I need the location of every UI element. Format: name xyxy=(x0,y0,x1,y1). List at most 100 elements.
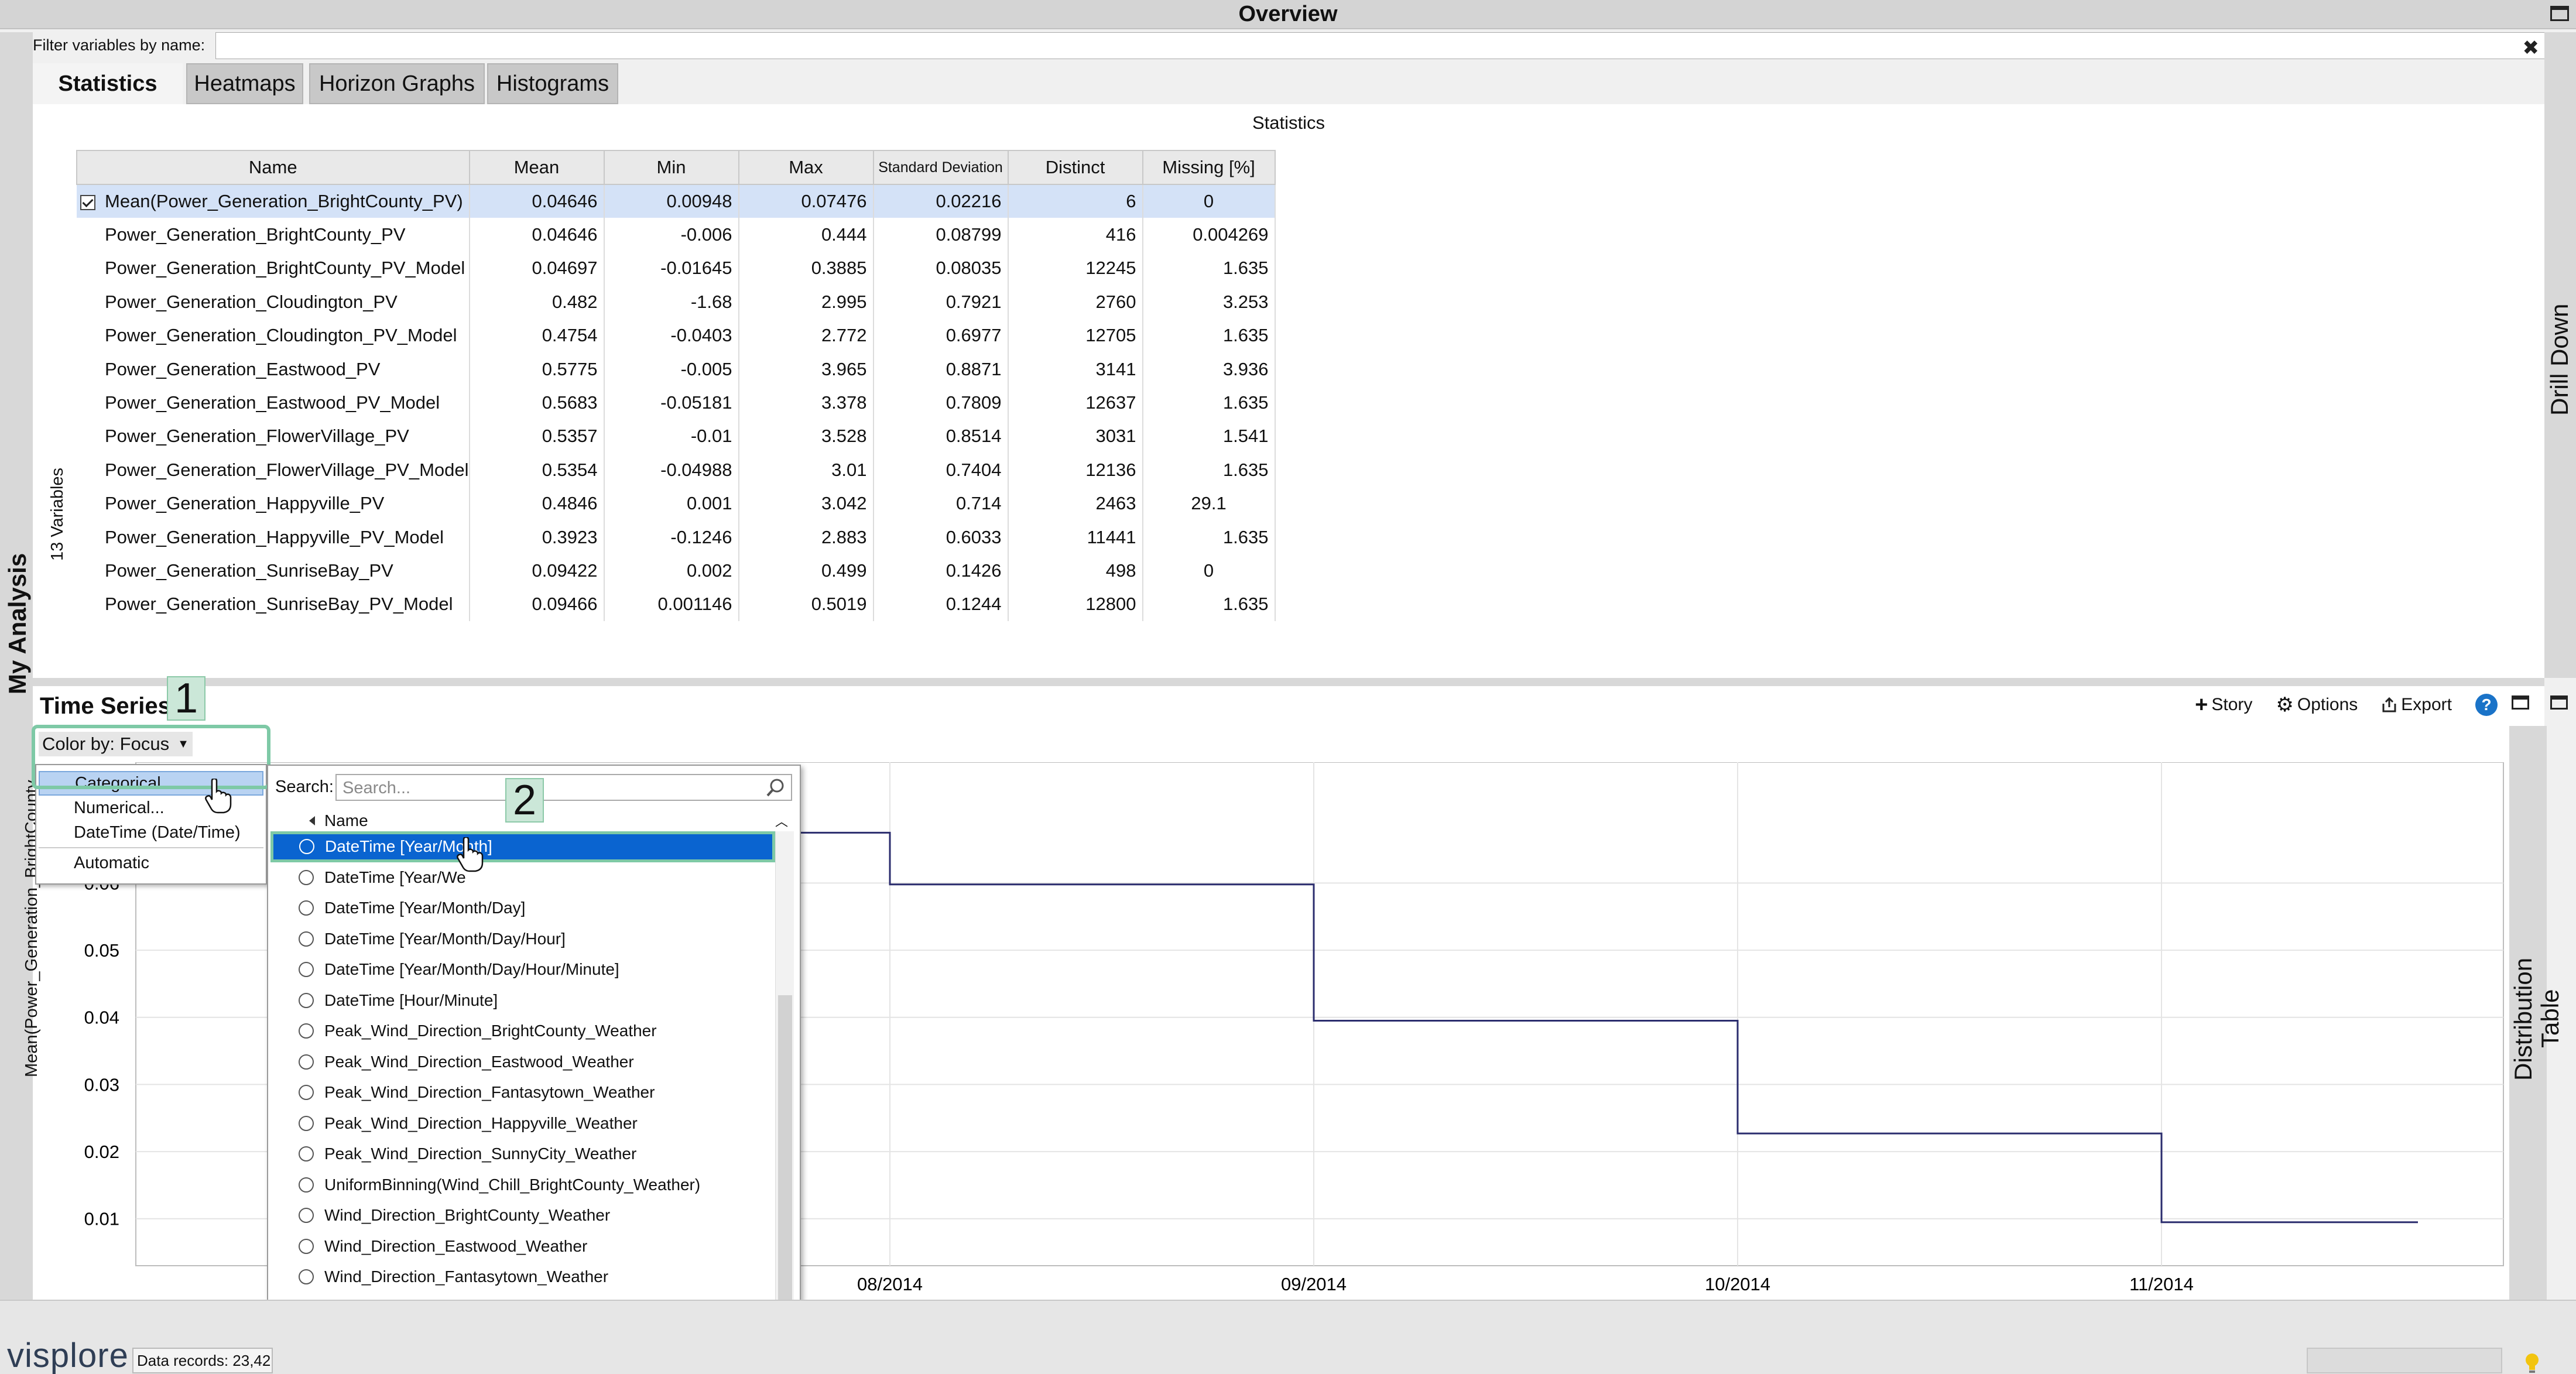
maximize-icon[interactable] xyxy=(2550,695,2568,710)
row-checkbox-cell[interactable] xyxy=(77,420,99,453)
radio-button[interactable] xyxy=(299,900,314,916)
table-row[interactable]: Power_Generation_Eastwood_PV 0.5775 -0.005… xyxy=(77,352,1276,386)
list-item-label: Peak_Wind_Direction_Eastwood_Weather xyxy=(324,1052,634,1071)
my-analysis-label[interactable]: My Analysis xyxy=(4,553,32,694)
cell-mean: 0.04646 xyxy=(469,218,605,252)
row-checkbox-cell[interactable] xyxy=(77,184,99,218)
table-row[interactable]: Power_Generation_SunriseBay_PV_Model 0.09… xyxy=(77,587,1276,622)
list-item[interactable]: Peak_Wind_Direction_Fantasytown_Weather xyxy=(273,1077,774,1108)
row-checkbox-cell[interactable] xyxy=(77,352,99,386)
menu-item-datetime[interactable]: DateTime (Date/Time) xyxy=(39,820,263,845)
col-name[interactable]: Name xyxy=(76,150,470,185)
name-column-header[interactable]: Name xyxy=(324,811,368,830)
row-checkbox-cell[interactable] xyxy=(77,386,99,419)
col-distinct[interactable]: Distinct xyxy=(1007,150,1143,185)
radio-button[interactable] xyxy=(299,931,314,947)
row-checkbox-cell[interactable] xyxy=(77,252,99,285)
radio-button[interactable] xyxy=(299,1238,314,1254)
close-icon[interactable]: ✖ xyxy=(2523,36,2540,60)
table-row[interactable]: Power_Generation_SunriseBay_PV 0.09422 0.0… xyxy=(77,554,1276,588)
row-checkbox-cell[interactable] xyxy=(77,285,99,318)
row-checkbox-cell[interactable] xyxy=(77,319,99,352)
col-std[interactable]: Standard Deviation xyxy=(872,150,1009,185)
sort-left-icon[interactable] xyxy=(308,815,316,827)
list-item[interactable]: DateTime [Hour/Minute] xyxy=(273,985,774,1016)
search-input[interactable]: Search... xyxy=(335,774,792,801)
col-min[interactable]: Min xyxy=(603,150,739,185)
tab-statistics[interactable]: Statistics xyxy=(33,63,183,104)
scrollbar-thumb[interactable] xyxy=(778,995,792,1323)
panel-divider[interactable] xyxy=(33,678,2544,686)
row-checkbox-cell[interactable] xyxy=(77,487,99,520)
table-row[interactable]: Power_Generation_Happyville_PV 0.4846 0.00… xyxy=(77,486,1276,520)
radio-button[interactable] xyxy=(299,992,314,1008)
menu-item-automatic[interactable]: Automatic xyxy=(39,851,263,875)
list-item[interactable]: DateTime [Year/Month/Day/Hour] xyxy=(273,924,774,955)
drill-down-label[interactable]: Drill Down xyxy=(2546,304,2574,416)
table-row[interactable]: Mean(Power_Generation_BrightCounty_PV) 0.… xyxy=(77,184,1276,218)
radio-button[interactable] xyxy=(299,839,314,855)
maximize-icon[interactable] xyxy=(2550,6,2569,21)
radio-button[interactable] xyxy=(299,1023,314,1039)
table-label[interactable]: Table xyxy=(2536,989,2564,1048)
tab-heatmaps[interactable]: Heatmaps xyxy=(186,63,303,104)
maximize-icon[interactable] xyxy=(2512,695,2529,710)
radio-button[interactable] xyxy=(299,1146,314,1162)
cell-mean: 0.09422 xyxy=(469,554,605,588)
radio-button[interactable] xyxy=(299,869,314,885)
col-missing[interactable]: Missing [%] xyxy=(1142,150,1276,185)
list-item[interactable]: DateTime [Year/Month] xyxy=(270,831,775,862)
export-button[interactable]: Export xyxy=(2381,695,2452,715)
list-item[interactable]: Peak_Wind_Direction_BrightCounty_Weather xyxy=(273,1016,774,1047)
story-button[interactable]: + Story xyxy=(2195,693,2252,718)
radio-button[interactable] xyxy=(299,962,314,978)
col-max[interactable]: Max xyxy=(738,150,874,185)
table-row[interactable]: Power_Generation_Eastwood_PV_Model 0.5683… xyxy=(77,386,1276,420)
row-checkbox-cell[interactable] xyxy=(77,588,99,621)
radio-button[interactable] xyxy=(299,1208,314,1224)
col-mean[interactable]: Mean xyxy=(468,150,605,185)
table-row[interactable]: Power_Generation_BrightCounty_PV_Model 0.… xyxy=(77,251,1276,286)
radio-button[interactable] xyxy=(299,1177,314,1193)
list-item[interactable]: Wind_Direction_Fantasytown_Weather xyxy=(273,1262,774,1293)
list-item[interactable]: Wind_Direction_Eastwood_Weather xyxy=(273,1231,774,1262)
radio-button[interactable] xyxy=(299,1269,314,1285)
row-checkbox-cell[interactable] xyxy=(77,554,99,587)
cell-std: 0.714 xyxy=(873,486,1009,520)
list-item[interactable]: Wind_Direction_BrightCounty_Weather xyxy=(273,1200,774,1231)
cell-mean: 0.4846 xyxy=(469,486,605,520)
cell-distinct: 416 xyxy=(1008,218,1143,252)
row-checkbox-cell[interactable] xyxy=(77,520,99,554)
vertical-scrollbar[interactable] xyxy=(775,831,794,1341)
radio-button[interactable] xyxy=(299,1054,314,1070)
radio-button[interactable] xyxy=(299,1085,314,1101)
row-checkbox-cell[interactable] xyxy=(77,218,99,251)
table-row[interactable]: Power_Generation_FlowerVillage_PV_Model 0… xyxy=(77,453,1276,487)
radio-button[interactable] xyxy=(299,1115,314,1131)
table-row[interactable]: Power_Generation_Happyville_PV_Model 0.39… xyxy=(77,520,1276,554)
table-row[interactable]: Power_Generation_BrightCounty_PV 0.04646-… xyxy=(77,218,1276,252)
table-row[interactable]: Power_Generation_Cloudington_PV 0.482 -1.6… xyxy=(77,285,1276,319)
list-item[interactable]: DateTime [Year/Month/Day] xyxy=(273,893,774,924)
lightbulb-icon[interactable] xyxy=(2523,1352,2541,1374)
help-icon[interactable]: ? xyxy=(2475,694,2498,716)
list-item[interactable]: DateTime [Year/We xyxy=(273,862,774,893)
list-item[interactable]: Peak_Wind_Direction_Happyville_Weather xyxy=(273,1108,774,1139)
row-checkbox-cell[interactable] xyxy=(77,453,99,486)
tab-histograms[interactable]: Histograms xyxy=(487,63,618,104)
list-item[interactable]: Peak_Wind_Direction_SunnyCity_Weather xyxy=(273,1139,774,1170)
options-button[interactable]: ⚙ Options xyxy=(2276,693,2358,717)
distribution-label[interactable]: Distribution xyxy=(2509,958,2537,1081)
list-item[interactable]: Peak_Wind_Direction_Eastwood_Weather xyxy=(273,1047,774,1078)
filter-input[interactable]: ✖ xyxy=(215,32,2546,59)
scroll-up-icon[interactable]: ︿ xyxy=(775,811,788,830)
list-item[interactable]: UniformBinning(Wind_Chill_BrightCounty_W… xyxy=(273,1170,774,1201)
list-item-label: Peak_Wind_Direction_Happyville_Weather xyxy=(324,1113,638,1132)
tab-horizon-graphs[interactable]: Horizon Graphs xyxy=(309,63,485,104)
table-row[interactable]: Power_Generation_FlowerVillage_PV 0.5357-… xyxy=(77,419,1276,454)
search-icon[interactable] xyxy=(765,777,786,799)
table-row[interactable]: Power_Generation_Cloudington_PV_Model 0.4… xyxy=(77,318,1276,352)
list-item[interactable]: DateTime [Year/Month/Day/Hour/Minute] xyxy=(273,954,774,985)
checkbox-icon[interactable] xyxy=(80,195,95,210)
cell-mean: 0.5683 xyxy=(469,386,605,420)
